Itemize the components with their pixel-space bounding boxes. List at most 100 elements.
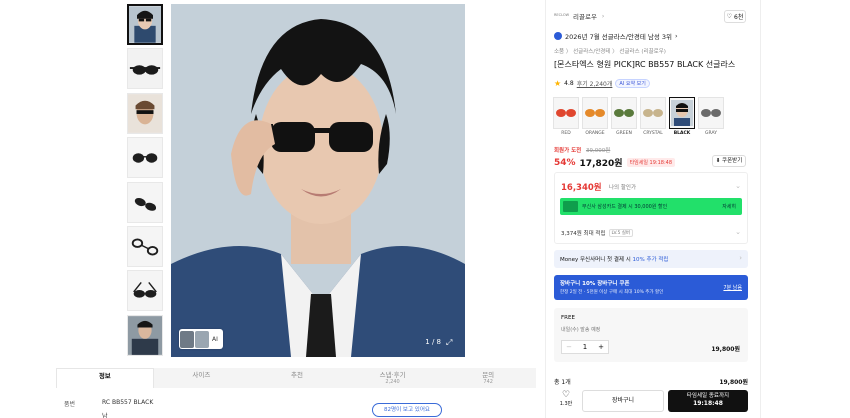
money-promo-bar[interactable]: Money 무신사머니 첫 결제 시 10% 추가 적립 › <box>554 250 748 268</box>
wishlist-button[interactable]: ♡ 1.3만 <box>554 390 578 412</box>
info-gender: 남 <box>102 413 108 418</box>
deal-row: 회원가 도전 39,000원 <box>554 146 610 154</box>
price-row: 54% 17,820원 타임세일 19:18:48 <box>554 156 676 169</box>
purchase-panel: RECLOW 리끌로우 › ♡ 6천 2026년 7월 선글라스/안경테 남성 … <box>545 0 761 418</box>
hot-deal-label: 회원가 도전 <box>554 148 582 154</box>
thumbnail-1[interactable] <box>127 4 163 45</box>
quantity-stepper: − 1 + <box>561 340 609 354</box>
tab-qna[interactable]: 문의 742 <box>440 368 536 388</box>
coupon-button[interactable]: ⬇ 쿠폰받기 <box>712 155 746 167</box>
breadcrumb[interactable]: 소품 〉 선글라스/안경테 〉 선글라스 (리끌로우) <box>554 47 666 55</box>
card-promo-link[interactable]: 자세히 <box>722 203 736 210</box>
shipping-eta: 내일(수) 발송 예정 <box>561 327 601 333</box>
quantity-value: 1 <box>582 343 588 351</box>
info-value: RC BB557 BLACK <box>102 399 154 406</box>
swatch-green[interactable]: GREEN <box>611 97 637 136</box>
swatch-image <box>582 97 608 129</box>
rank-text: 2026년 7월 선글라스/안경테 남성 3위 <box>565 33 673 41</box>
money-text: Money 무신사머니 첫 결제 시 <box>560 257 631 263</box>
swatch-crystal[interactable]: CRYSTAL <box>640 97 666 136</box>
wishlist-count: 1.3만 <box>559 401 573 407</box>
ai-chip-thumb <box>195 330 209 348</box>
swatch-label: GREEN <box>616 131 632 136</box>
minus-button[interactable]: − <box>562 343 576 351</box>
swatch-image <box>611 97 637 129</box>
brand-row[interactable]: RECLOW 리끌로우 › <box>554 11 605 22</box>
thumbnail-2[interactable] <box>127 48 163 90</box>
plus-button[interactable]: + <box>594 343 608 351</box>
swatch-label: RED <box>561 131 571 136</box>
swatch-black[interactable]: BLACK <box>669 97 695 136</box>
swatch-image <box>698 97 724 129</box>
tab-label: 문의 <box>482 371 495 379</box>
my-price-label: 나의 할인가 <box>609 185 637 191</box>
brand-name: 리끌로우 <box>573 13 597 21</box>
ai-review-button[interactable]: AI 요약 보기 <box>615 79 650 88</box>
banner-subtitle: 한정 2일 전 · 5천원 이상 구매 시 최대 10% 추가 할인 <box>560 290 664 295</box>
level-badge: LV.5 실버 <box>608 229 634 237</box>
buy-now-button[interactable]: 타임세일 종료까지 19:18:48 <box>668 390 748 412</box>
brand-like-button[interactable]: ♡ 6천 <box>724 10 746 23</box>
star-icon: ★ <box>554 79 562 88</box>
tab-size[interactable]: 사이즈 <box>154 368 250 388</box>
thumbnail-4[interactable] <box>127 137 163 179</box>
buy-label: 타임세일 종료까지 <box>686 393 730 399</box>
ai-chip-label: AI <box>212 335 218 343</box>
tab-count: 742 <box>483 379 493 385</box>
swatch-red[interactable]: RED <box>553 97 579 136</box>
expand-icon[interactable]: ⤢ <box>446 338 456 348</box>
thumbnail-strip <box>127 4 164 359</box>
thumbnail-3[interactable] <box>127 92 163 134</box>
image-counter: 1 / 8 <box>425 338 441 346</box>
rank-badge[interactable]: 2026년 7월 선글라스/안경테 남성 3위 › <box>554 31 678 41</box>
swatch-label: BLACK <box>673 131 691 136</box>
chevron-right-icon: › <box>675 32 678 40</box>
heart-icon: ♡ <box>726 13 733 20</box>
chevron-right-icon: › <box>601 12 605 20</box>
chevron-down-icon[interactable]: ⌄ <box>735 182 741 190</box>
banner-title: 장바구니 10% 장바구니 쿠폰 <box>560 281 630 287</box>
tab-label: 사이즈 <box>192 371 211 379</box>
swatch-image <box>640 97 666 129</box>
swatch-label: CRYSTAL <box>643 131 663 136</box>
swatch-label: ORANGE <box>585 131 605 136</box>
cart-coupon-banner[interactable]: 장바구니 10% 장바구니 쿠폰 한정 2일 전 · 5천원 이상 구매 시 최… <box>554 275 748 300</box>
swatch-image <box>553 97 579 129</box>
thumbnail-7[interactable] <box>127 270 163 312</box>
tab-label: 스냅·후기 <box>379 371 406 379</box>
timesale-badge: 타임세일 19:18:48 <box>626 158 676 167</box>
color-swatches: RED ORANGE GREEN CRYSTAL BLACK GRAY <box>553 97 724 136</box>
selected-option: FREE 내일(수) 발송 예정 − 1 + 19,800원 <box>554 308 748 362</box>
tab-reviews[interactable]: 스냅·후기 2,240 <box>345 368 441 388</box>
chevron-right-icon: › <box>739 254 742 262</box>
viewers-pill[interactable]: 82명이 보고 있어요 <box>372 403 442 417</box>
add-to-cart-button[interactable]: 장바구니 <box>582 390 664 412</box>
tab-count: 2,240 <box>385 379 400 385</box>
tab-recommend[interactable]: 추천 <box>249 368 345 388</box>
tab-info[interactable]: 정보 <box>56 368 154 388</box>
product-title: [몬스타엑스 형원 PICK]RC BB557 BLACK 선글라스 <box>554 60 736 69</box>
ai-similar-chip[interactable]: AI <box>179 329 223 349</box>
reviews-link[interactable]: 후기 2,240개 <box>577 79 613 88</box>
tab-label: 추천 <box>291 371 303 379</box>
coupon-label: 쿠폰받기 <box>722 158 743 164</box>
rating-row: ★ 4.8 후기 2,240개 AI 요약 보기 <box>554 79 650 88</box>
main-product-image[interactable]: AI 1 / 8 ⤢ <box>171 4 465 357</box>
swatch-orange[interactable]: ORANGE <box>582 97 608 136</box>
detail-tabs: 정보 사이즈 추천 스냅·후기 2,240 문의 742 <box>56 368 536 388</box>
tab-label: 정보 <box>98 372 111 380</box>
banner-link[interactable]: 7분 남음 <box>723 284 742 291</box>
swatch-image <box>669 97 695 129</box>
buy-countdown: 19:18:48 <box>693 400 723 407</box>
swatch-gray[interactable]: GRAY <box>698 97 724 136</box>
chevron-down-icon[interactable]: ⌄ <box>735 228 741 236</box>
total-label: 총 1개 <box>554 379 571 386</box>
option-subtotal: 19,800원 <box>711 346 740 353</box>
card-promo-banner[interactable]: 무신사 삼성카드 결제 시 30,000원 할인 자세히 <box>560 198 742 215</box>
thumbnail-5[interactable] <box>127 181 163 223</box>
brand-logo: RECLOW <box>554 12 570 17</box>
thumbnail-8[interactable] <box>127 314 163 356</box>
option-name: FREE <box>561 315 575 321</box>
thumbnail-6[interactable] <box>127 225 163 267</box>
discount-rate: 54% <box>554 157 576 168</box>
